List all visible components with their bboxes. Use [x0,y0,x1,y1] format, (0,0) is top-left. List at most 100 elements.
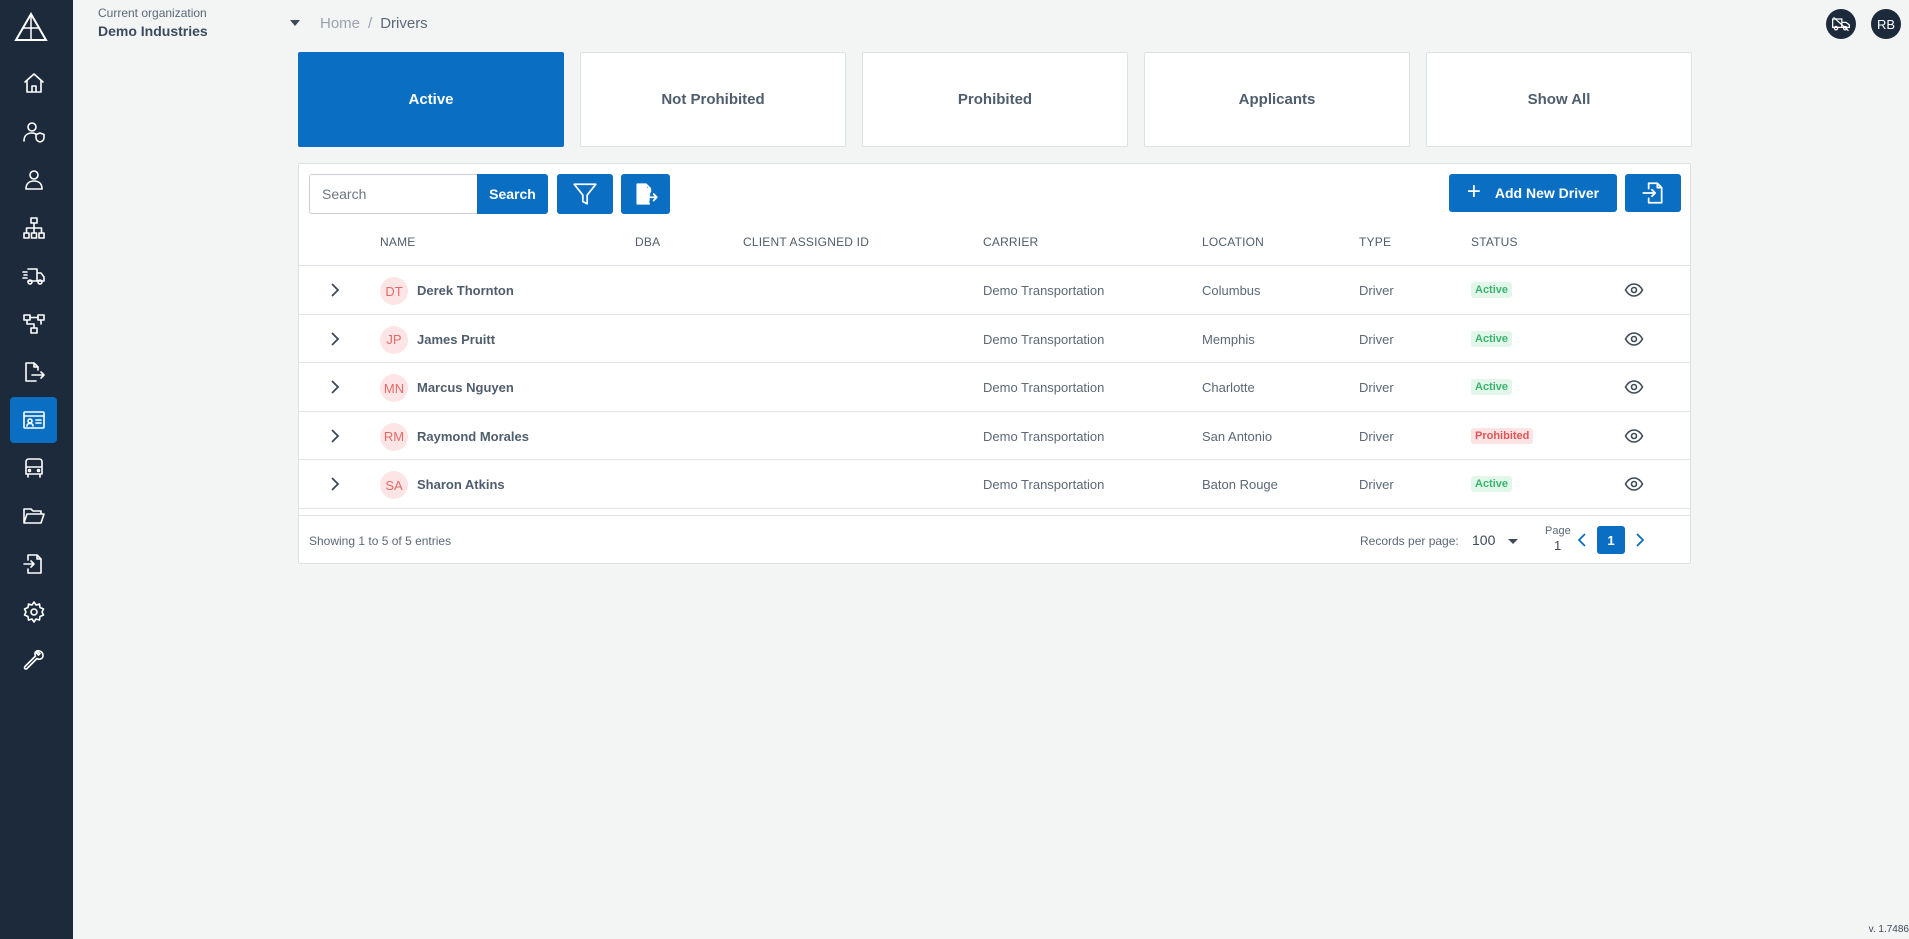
table-row: JP James Pruitt Demo Transportation Memp… [299,315,1690,363]
tab-show-all[interactable]: Show All [1426,52,1692,147]
breadcrumb-current: Drivers [380,15,428,32]
file-import-icon [22,554,42,574]
wrench-icon [23,649,44,670]
truck-fast-icon [21,268,45,285]
filter-icon [573,183,597,205]
tab-prohibited[interactable]: Prohibited [862,52,1128,147]
view-driver-button[interactable] [1624,329,1644,349]
eye-icon [1624,283,1644,297]
org-label: Current organization [98,6,207,20]
sidebar-item-workflow[interactable] [10,301,57,347]
table-row: RM Raymond Morales Demo Transportation S… [299,412,1690,460]
expand-row-button[interactable] [325,426,345,446]
breadcrumb-home[interactable]: Home [320,15,360,32]
id-card-icon [22,411,45,429]
table-footer: Showing 1 to 5 of 5 entries Records per … [299,515,1690,565]
column-header-status[interactable]: STATUS [1471,235,1518,249]
expand-row-button[interactable] [325,280,345,300]
eye-icon [1624,331,1644,346]
status-badge: Active [1471,379,1513,395]
driver-type: Driver [1359,380,1394,395]
view-driver-button[interactable] [1624,377,1644,397]
workflow-icon [22,314,45,334]
view-driver-button[interactable] [1624,280,1644,300]
column-header-dba[interactable]: DBA [635,235,660,249]
vehicle-menu-button[interactable] [1826,9,1856,39]
driver-carrier: Demo Transportation [983,428,1105,444]
sidebar-item-trucks[interactable] [10,253,57,299]
expand-row-button[interactable] [325,474,345,494]
file-import-icon [1642,182,1663,204]
driver-carrier: Demo Transportation [983,380,1105,395]
column-header-type[interactable]: TYPE [1359,235,1391,249]
app-logo-icon[interactable] [14,12,48,42]
page-number: 1 [1554,538,1562,553]
chevron-right-icon [331,380,340,394]
driver-carrier: Demo Transportation [983,283,1105,298]
column-header-location[interactable]: LOCATION [1202,235,1264,249]
sidebar [0,0,73,939]
eye-icon [1624,380,1644,394]
next-page-button[interactable] [1630,530,1650,550]
breadcrumb: Home / Drivers [320,15,428,32]
tab-applicants[interactable]: Applicants [1144,52,1410,147]
sidebar-item-drivers[interactable] [10,397,57,443]
search-input[interactable] [309,174,477,214]
user-avatar[interactable]: RB [1871,9,1901,39]
chevron-right-icon [1636,533,1645,547]
driver-location: Columbus [1202,283,1261,298]
sidebar-item-file-import[interactable] [10,541,57,587]
add-new-driver-button[interactable]: + Add New Driver [1449,174,1617,212]
org-dropdown-caret-icon[interactable] [290,20,300,26]
records-per-page-select[interactable]: 100 [1472,532,1495,548]
driver-name[interactable]: James Pruitt [417,332,495,347]
sidebar-item-file-export[interactable] [10,349,57,395]
vehicle-icon [24,458,43,478]
import-button[interactable] [1625,174,1681,212]
driver-name[interactable]: Sharon Atkins [417,477,505,492]
expand-row-button[interactable] [325,377,345,397]
sidebar-item-tools[interactable] [10,637,57,683]
tab-active[interactable]: Active [298,52,564,147]
current-page-button[interactable]: 1 [1597,526,1625,554]
sidebar-item-user[interactable] [10,157,57,203]
driver-type: Driver [1359,428,1394,444]
filter-button[interactable] [557,174,613,214]
expand-row-button[interactable] [325,329,345,349]
sidebar-item-documents[interactable] [10,493,57,539]
chevron-down-icon[interactable] [1508,539,1518,544]
driver-carrier: Demo Transportation [983,331,1105,347]
settings-gear-icon [23,601,44,623]
chevron-right-icon [331,331,340,346]
driver-name[interactable]: Derek Thornton [417,283,514,298]
table-row: MN Marcus Nguyen Demo Transportation Cha… [299,363,1690,412]
driver-filter-tabs: Active Not Prohibited Prohibited Applica… [298,52,1692,147]
column-header-carrier[interactable]: CARRIER [983,235,1038,249]
table-header: NAME DBA CLIENT ASSIGNED ID CARRIER LOCA… [299,216,1690,266]
sidebar-item-home[interactable] [10,60,57,106]
sidebar-item-vehicles[interactable] [10,445,57,491]
sidebar-item-settings[interactable] [10,589,57,635]
eye-icon [1624,477,1644,491]
org-switcher: Current organization Demo Industries [98,6,208,39]
export-button[interactable] [621,174,670,214]
column-header-name[interactable]: NAME [380,235,415,249]
driver-name[interactable]: Marcus Nguyen [417,380,514,395]
app-version: v. 1.7486 [1868,924,1909,935]
previous-page-button[interactable] [1572,530,1592,550]
sidebar-item-user-shield[interactable] [10,109,57,155]
tab-not-prohibited[interactable]: Not Prohibited [580,52,846,147]
chevron-right-icon [331,283,340,297]
user-shield-icon [22,122,45,143]
view-driver-button[interactable] [1624,426,1644,446]
view-driver-button[interactable] [1624,474,1644,494]
driver-initials-avatar: SA [380,471,408,499]
search-button[interactable]: Search [477,174,548,214]
breadcrumb-separator: / [368,15,373,32]
file-export-icon [24,362,45,382]
driver-name[interactable]: Raymond Morales [417,429,529,444]
drivers-table-card: Search + Add New Driver NAME DBA CLIENT … [298,163,1691,564]
file-export-icon [635,183,658,205]
sidebar-item-org-chart[interactable] [10,205,57,251]
column-header-client-id[interactable]: CLIENT ASSIGNED ID [743,235,869,249]
